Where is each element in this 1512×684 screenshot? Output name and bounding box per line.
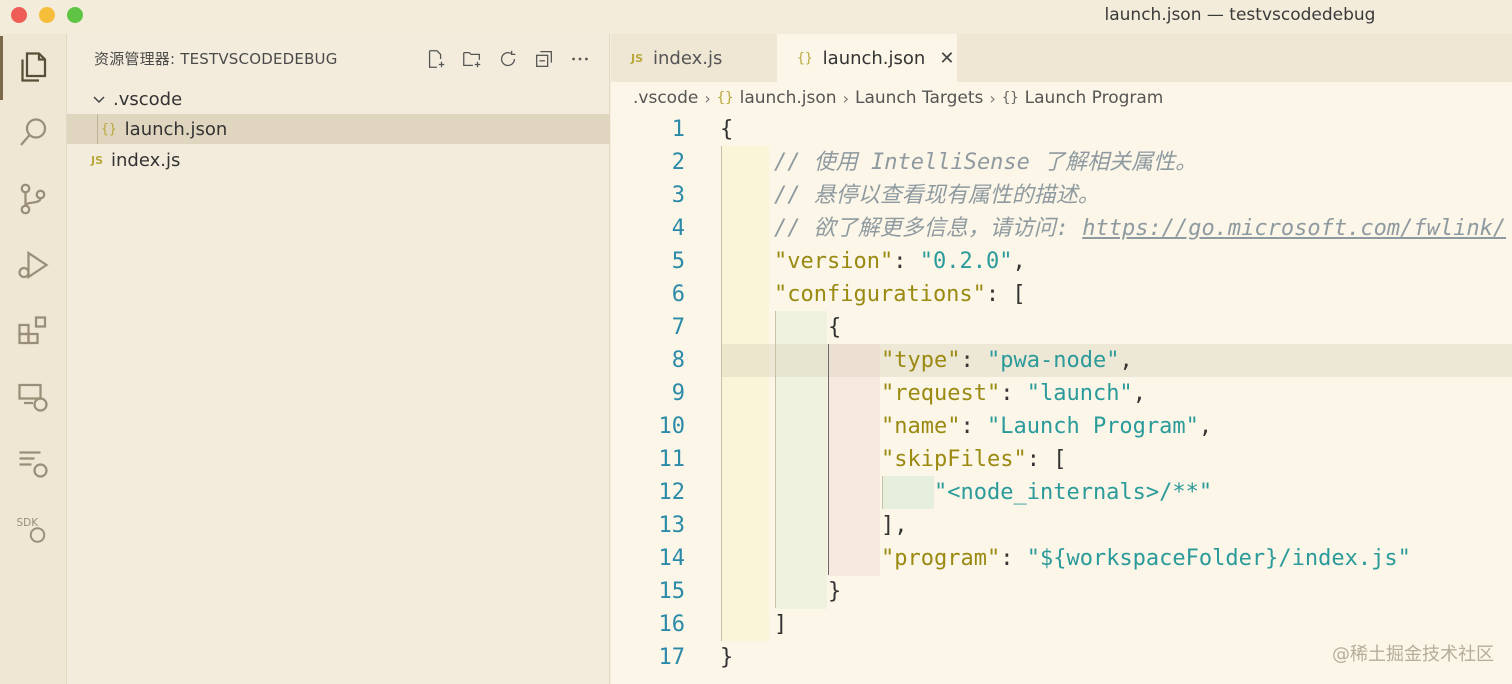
search-icon[interactable] — [14, 114, 52, 152]
chevron-right-icon: › — [989, 88, 996, 108]
code-line: 13], — [658, 513, 908, 538]
tree-file-index-js[interactable]: JS index.js — [67, 145, 610, 175]
js-file-icon: JS — [631, 51, 644, 65]
code-line: 6 "configurations": [ — [671, 282, 1026, 307]
files-icon[interactable] — [14, 48, 52, 86]
window-title: launch.json — testvscodedebug — [1104, 5, 1376, 25]
tab-index-js[interactable]: JS index.js — [611, 34, 777, 82]
code-line: 16] — [658, 612, 788, 637]
json-file-icon: {} — [797, 50, 813, 66]
breadcrumb-item[interactable]: Launch Program — [1025, 88, 1164, 108]
minimize-window-button[interactable] — [39, 7, 55, 23]
chevron-down-icon — [93, 96, 105, 104]
tree-indent-guide — [97, 114, 98, 144]
sdk-debug-icon[interactable]: SDK — [14, 510, 52, 548]
activity-bar: SDK — [0, 34, 67, 684]
more-icon[interactable] — [567, 46, 593, 72]
code-line-current: 8 "type": "pwa-node", — [671, 348, 1133, 373]
explorer-actions — [423, 46, 593, 72]
close-window-button[interactable] — [11, 7, 27, 23]
run-debug-icon[interactable] — [14, 246, 52, 284]
tree-file-launch-json[interactable]: {} launch.json — [67, 114, 610, 144]
code-line: 5 "version": "0.2.0", — [671, 249, 1026, 274]
close-tab-icon[interactable]: ✕ — [939, 48, 954, 69]
tree-folder-vscode[interactable]: .vscode — [67, 84, 610, 114]
code-line: 15} — [658, 579, 842, 604]
watermark: @稀土掘金技术社区 — [1332, 644, 1494, 665]
collapse-all-icon[interactable] — [531, 46, 557, 72]
active-indicator — [0, 36, 3, 100]
code-line: 1{ — [671, 117, 734, 142]
maximize-window-button[interactable] — [67, 7, 83, 23]
editor-area: JS index.js {} launch.json ✕ .vscode › {… — [611, 34, 1512, 684]
code-line: 3// 悬停以查看现有属性的描述。 — [671, 183, 1100, 208]
new-file-icon[interactable] — [423, 46, 449, 72]
remote-explorer-icon[interactable] — [14, 378, 52, 416]
refresh-icon[interactable] — [495, 46, 521, 72]
code-line: 2// 使用 IntelliSense 了解相关属性。 — [671, 150, 1198, 175]
json-file-icon: {} — [101, 121, 117, 137]
code-line: 9 "request": "launch", — [671, 381, 1146, 406]
tree-item-label: .vscode — [113, 88, 183, 110]
api-debug-icon[interactable] — [14, 444, 52, 482]
source-control-icon[interactable] — [14, 180, 52, 218]
breadcrumb-file[interactable]: launch.json — [740, 88, 837, 108]
breadcrumb: .vscode › {} launch.json › Launch Target… — [633, 88, 1163, 108]
comment-link[interactable]: https://go.microsoft.com/fwlink/ — [1082, 216, 1506, 241]
code-line: 7{ — [671, 315, 842, 340]
object-icon: {} — [1001, 90, 1019, 106]
tab-label: index.js — [653, 47, 723, 69]
chevron-right-icon: › — [704, 88, 711, 108]
svg-text:SDK: SDK — [17, 517, 40, 529]
code-line: 12 "<node_internals>/**" — [658, 480, 1213, 505]
tree-item-label: launch.json — [124, 118, 228, 140]
code-editor[interactable]: 1{ 2// 使用 IntelliSense 了解相关属性。 3// 悬停以查看… — [611, 113, 1512, 684]
code-line: 4// 欲了解更多信息，请访问: https://go.microsoft.co… — [671, 216, 1507, 241]
code-line: 11 "skipFiles": [ — [658, 447, 1067, 472]
breadcrumb-section[interactable]: Launch Targets — [855, 88, 983, 108]
code-line: 14 "program": "${workspaceFolder}/index.j… — [658, 546, 1411, 571]
editor-tabs: JS index.js {} launch.json ✕ — [611, 34, 1512, 82]
breadcrumb-folder[interactable]: .vscode — [633, 88, 698, 108]
tree-item-label: index.js — [111, 149, 181, 171]
json-file-icon: {} — [716, 90, 734, 106]
extensions-icon[interactable] — [14, 312, 52, 350]
explorer-sidebar: 资源管理器: TESTVSCODEDEBUG .vscode {} launch… — [67, 34, 610, 684]
js-file-icon: JS — [91, 153, 104, 167]
tab-label: launch.json — [822, 47, 926, 69]
explorer-header: 资源管理器: TESTVSCODEDEBUG — [94, 50, 338, 68]
chevron-right-icon: › — [842, 88, 849, 108]
code-line: 10 "name": "Launch Program", — [658, 414, 1213, 439]
new-folder-icon[interactable] — [459, 46, 485, 72]
tab-launch-json[interactable]: {} launch.json ✕ — [777, 34, 957, 82]
title-bar: launch.json — testvscodedebug — [0, 0, 1512, 34]
